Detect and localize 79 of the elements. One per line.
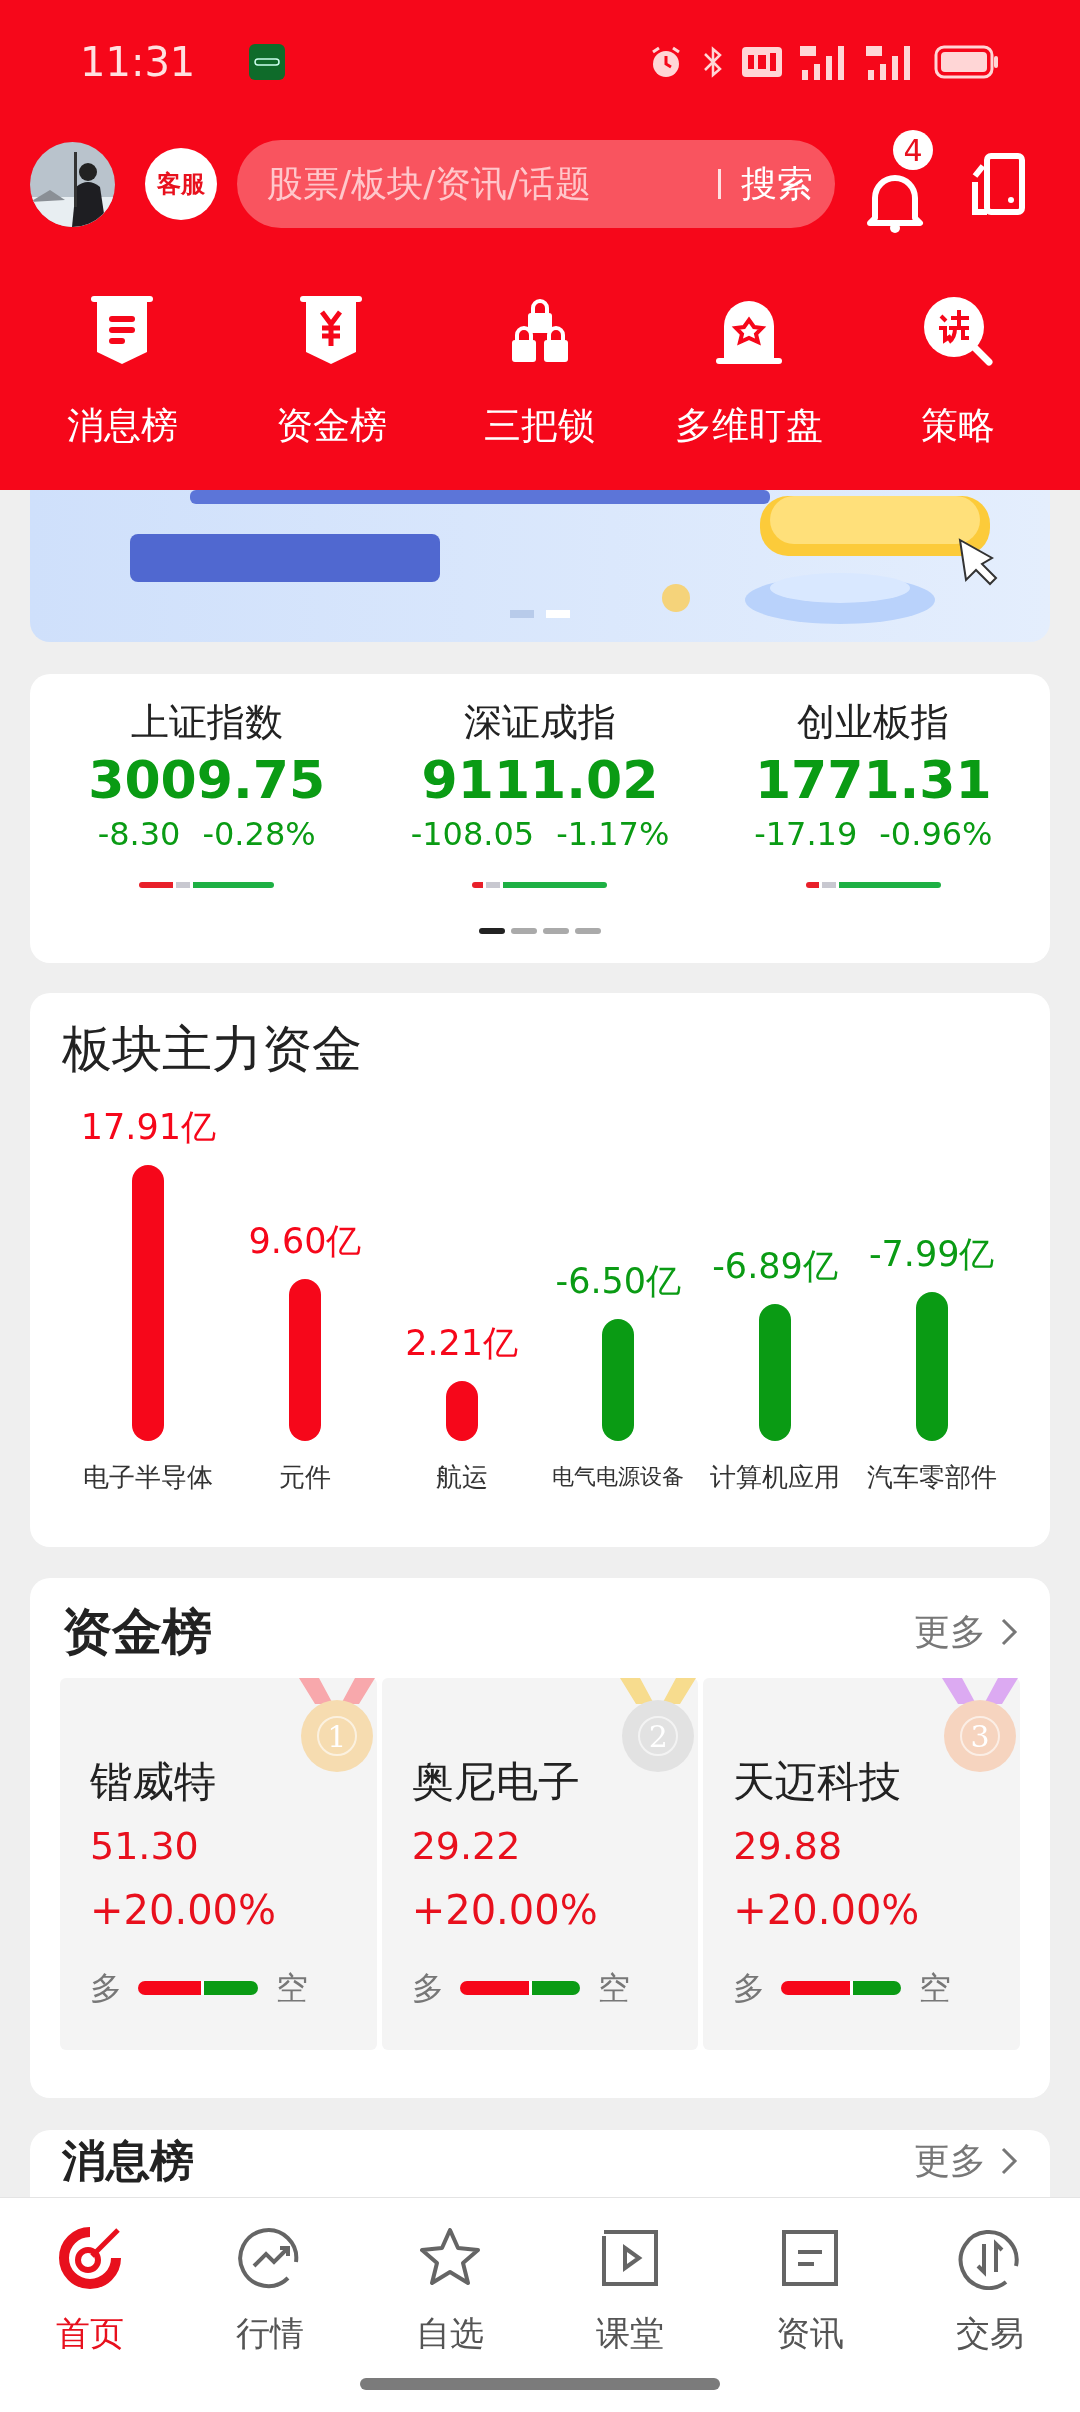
shortcut-label[interactable]: 策略 [920,398,995,454]
index-name: 创业板指 [797,699,950,746]
index-change: -17.19 [754,814,858,855]
index-percent: -1.17% [556,814,670,855]
sector-name: 计算机应用 [710,1461,840,1494]
customer-service-button[interactable]: 客服 [145,148,217,220]
stock-change: +20.00% [411,1886,599,1935]
sector-name: 电子半导体 [83,1461,214,1494]
search-field[interactable]: 股票/板块/资讯/话题 搜索 [237,140,835,228]
nav-tab[interactable]: 自选 [360,2226,540,2412]
long-label: 多 [733,1968,766,2009]
index-change: -108.05 [410,814,535,855]
rank-number: 1 [316,1716,357,1756]
stock-name: 奥尼电子 [411,1756,581,1808]
section-title: 消息榜 [62,2134,194,2188]
status-time: 11:31 [80,38,196,87]
short-label: 空 [919,1968,952,2009]
chevron-right-icon [1000,2146,1018,2176]
sector-name: 汽车零部件 [866,1461,997,1494]
fund-amount: 17.91亿 [80,1106,216,1149]
index-value: 9111.02 [421,750,659,810]
chevron-right-icon [1000,1617,1018,1647]
device-switch-icon[interactable] [971,152,1025,216]
medal-icon [296,1678,377,1774]
notification-bell-icon[interactable] [865,174,925,234]
index-change: -8.30 [97,814,181,855]
shortcut-label[interactable]: 多维盯盘 [674,398,823,454]
fund-amount: -6.50亿 [555,1260,682,1303]
stock-price: 29.88 [733,1823,844,1870]
shortcut-label[interactable]: 消息榜 [66,398,178,454]
fund-amount: -6.89亿 [712,1245,838,1288]
nav-tab[interactable]: 课堂 [540,2226,720,2412]
long-label: 多 [90,1968,122,2009]
sector-name: 航运 [435,1461,488,1494]
index-percent: -0.28% [202,814,316,855]
sector-name: 电气电源设备 [552,1463,685,1491]
stock-name: 天迈科技 [733,1756,903,1808]
more-link[interactable]: 更多 [914,1605,1018,1659]
index-percent: -0.96% [879,814,993,855]
stock-card[interactable]: 3 天迈科技 29.88 +20.00% 多 空 [703,1678,1020,2050]
rank-number: 3 [960,1716,1000,1756]
magnifier-icon[interactable] [922,296,993,366]
short-label: 空 [276,1968,308,2009]
document-icon[interactable] [91,296,154,366]
notification-count-badge: 4 [893,130,933,170]
fund-amount: 9.60亿 [248,1220,362,1263]
battery-icon [934,45,1000,79]
medal-icon [618,1678,699,1774]
stock-card[interactable]: 1 锴威特 51.30 +20.00% 多 空 [60,1678,377,2050]
nav-tab[interactable]: 首页 [0,2226,180,2412]
stock-name: 锴威特 [90,1756,217,1808]
hd-voice-icon [742,47,782,77]
nav-tab[interactable]: 行情 [180,2226,360,2412]
app-notification-icon [249,44,286,80]
sector-name: 元件 [279,1461,331,1494]
fund-amount: -7.99亿 [868,1233,995,1276]
index-value: 1771.31 [754,750,992,810]
bluetooth-icon [702,44,724,80]
stock-price: 29.22 [411,1823,522,1870]
stock-change: +20.00% [90,1886,278,1935]
index-name: 上证指数 [130,699,283,746]
search-button[interactable]: 搜索 [741,157,813,211]
nav-tab[interactable]: 资讯 [720,2226,900,2412]
index-name: 深证成指 [464,699,616,746]
fund-amount: 2.21亿 [405,1322,519,1365]
long-label: 多 [411,1968,444,2009]
short-label: 空 [597,1968,630,2009]
yen-badge-icon[interactable] [300,296,363,366]
section-title: 板块主力资金 [62,1019,363,1080]
index-value: 3009.75 [88,750,326,810]
shortcut-label[interactable]: 三把锁 [484,398,596,454]
stock-price: 51.30 [90,1823,200,1870]
nav-tab[interactable]: 交易 [900,2226,1080,2412]
logo-swirl-icon [58,2226,122,2290]
section-title: 资金榜 [62,1602,212,1663]
more-link[interactable]: 更多 [914,2134,1018,2188]
medal-icon [940,1678,1020,1774]
stock-change: +20.00% [733,1886,921,1935]
shortcut-label[interactable]: 资金榜 [275,398,387,454]
